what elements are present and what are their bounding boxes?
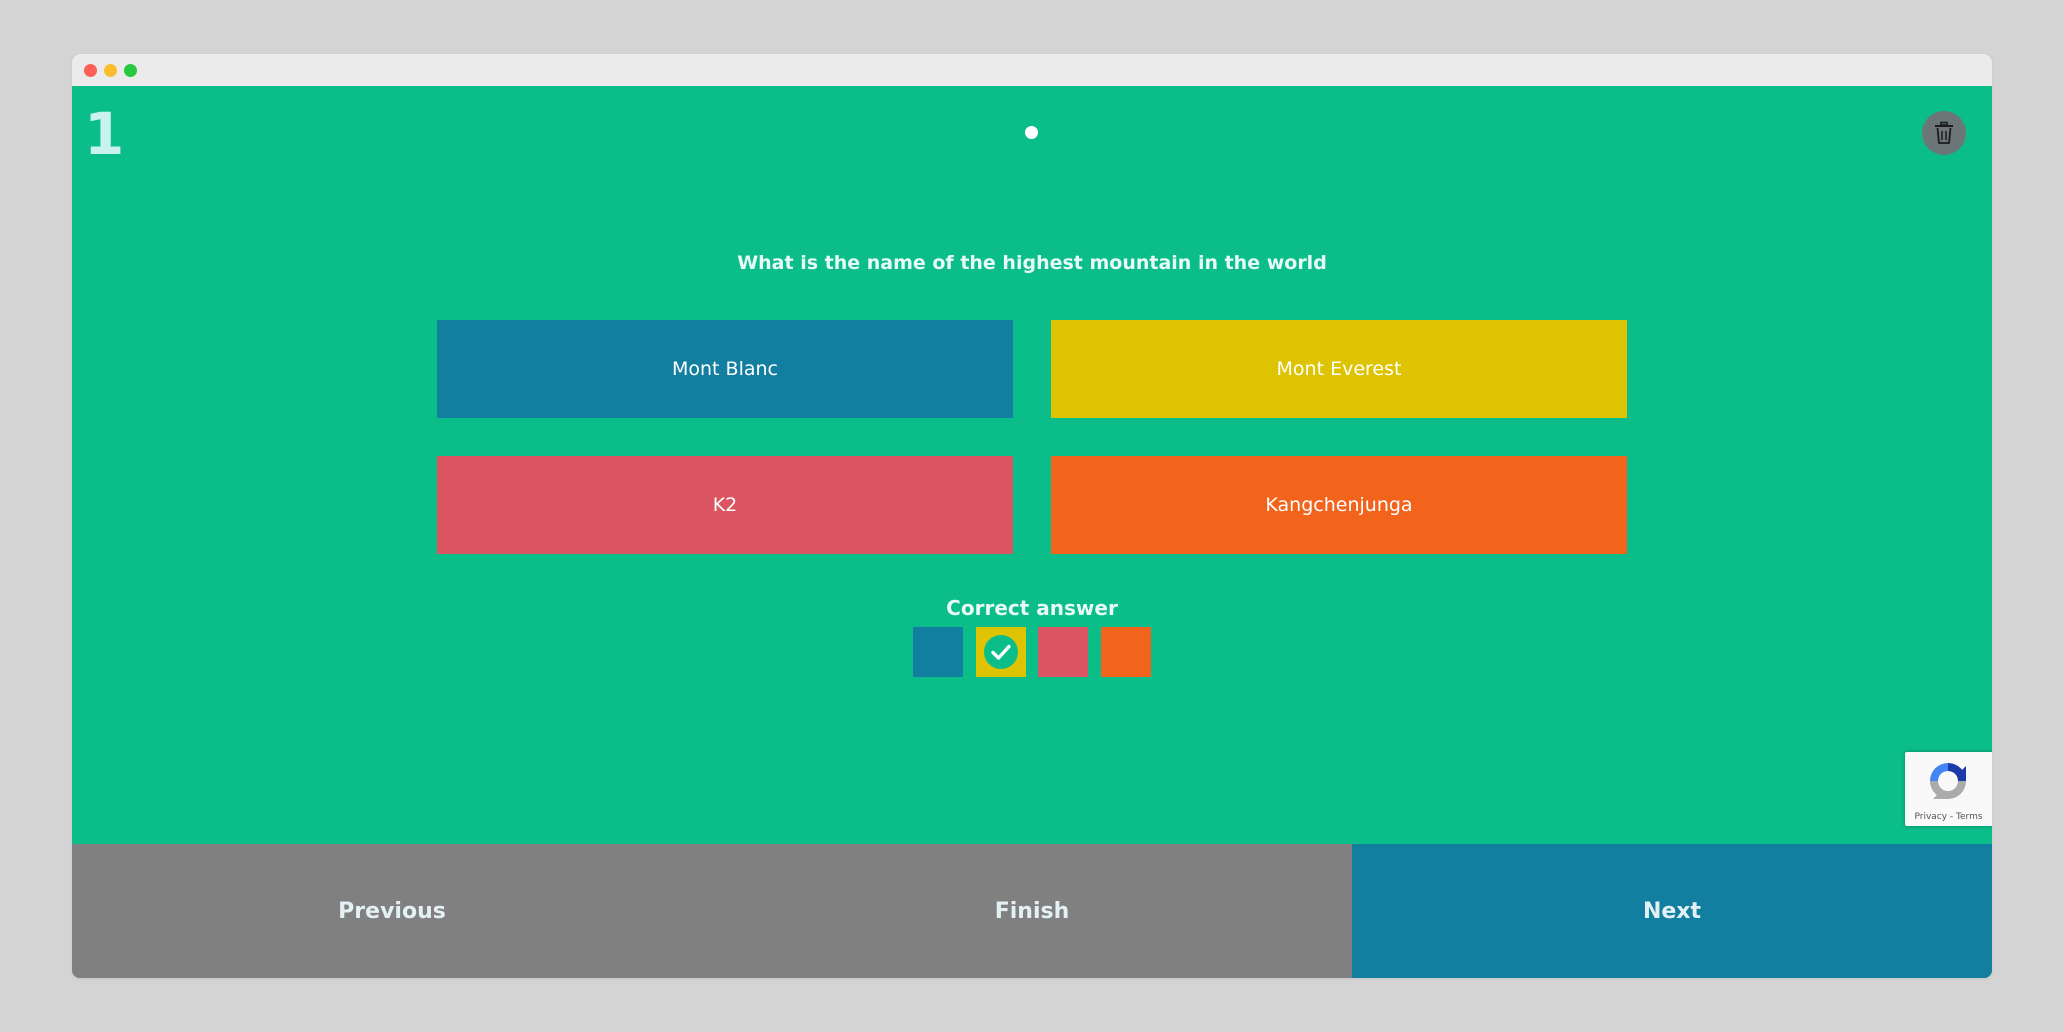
check-icon — [984, 635, 1018, 669]
finish-button[interactable]: Finish — [712, 844, 1352, 978]
correct-answer-swatch-4[interactable] — [1101, 627, 1151, 677]
close-window-button[interactable] — [84, 64, 97, 77]
answer-option-4[interactable]: Kangchenjunga — [1051, 456, 1627, 554]
correct-answer-swatch-2[interactable] — [976, 627, 1026, 677]
question-text: What is the name of the highest mountain… — [737, 252, 1327, 274]
browser-window: 1 What is the name of the highest mounta… — [72, 54, 1992, 978]
recaptcha-icon — [1930, 763, 1966, 799]
quiz-footer: Previous Finish Next — [72, 844, 1992, 978]
window-titlebar — [72, 54, 1992, 86]
quiz-stage: 1 What is the name of the highest mounta… — [72, 86, 1992, 844]
maximize-window-button[interactable] — [124, 64, 137, 77]
progress-dot[interactable] — [1025, 126, 1038, 139]
correct-answer-label: Correct answer — [946, 596, 1118, 620]
correct-answer-swatch-3[interactable] — [1038, 627, 1088, 677]
recaptcha-privacy-terms-link[interactable]: Privacy - Terms — [1905, 812, 1992, 822]
minimize-window-button[interactable] — [104, 64, 117, 77]
previous-button[interactable]: Previous — [72, 844, 712, 978]
answer-option-3[interactable]: K2 — [437, 456, 1013, 554]
question-number: 1 — [84, 100, 125, 168]
delete-question-button[interactable] — [1922, 111, 1966, 155]
next-button[interactable]: Next — [1352, 844, 1992, 978]
trash-icon — [1935, 121, 1953, 144]
recaptcha-badge[interactable]: Privacy - Terms — [1905, 752, 1992, 826]
answer-option-1[interactable]: Mont Blanc — [437, 320, 1013, 418]
answer-option-2[interactable]: Mont Everest — [1051, 320, 1627, 418]
correct-answer-swatch-1[interactable] — [913, 627, 963, 677]
